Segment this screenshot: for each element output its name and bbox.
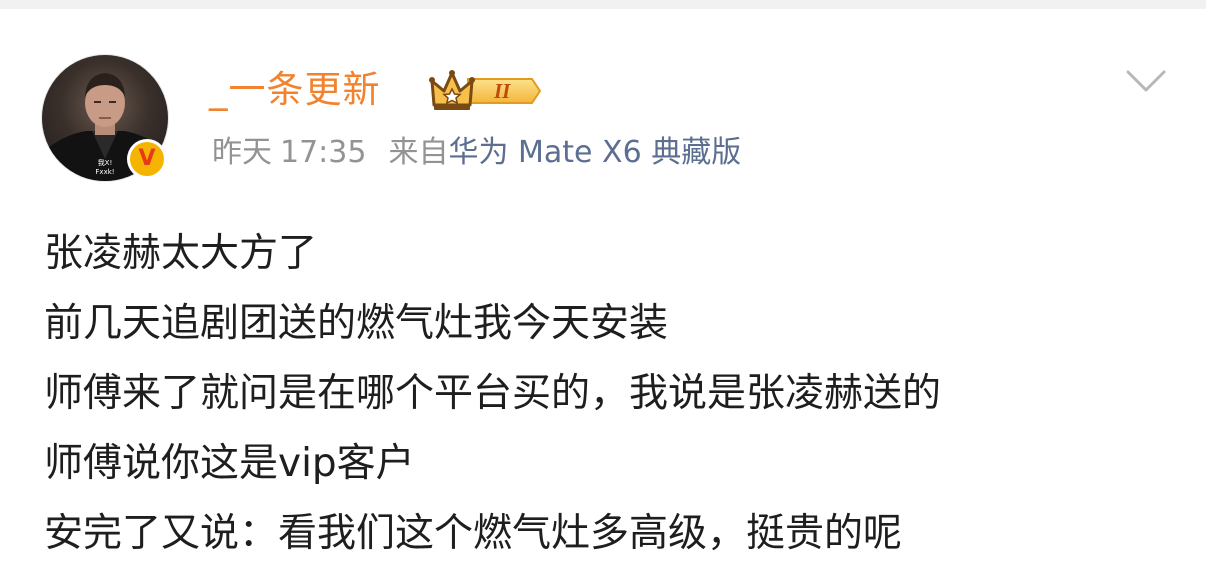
member-level: II (494, 79, 511, 103)
top-divider (0, 0, 1206, 9)
post-line: 师傅来了就问是在哪个平台买的，我说是张凌赫送的 (44, 371, 942, 416)
chevron-down-icon[interactable] (1124, 64, 1168, 98)
verified-v-icon: V (130, 142, 164, 176)
post-line: 张凌赫太大方了 (44, 231, 318, 276)
username[interactable]: _一条更新 (209, 66, 381, 114)
post-meta: 昨天 17:35 来自华为 Mate X6 典藏版 (212, 133, 741, 173)
crown-member-icon[interactable] (428, 69, 542, 113)
device-link[interactable]: 华为 Mate X6 典藏版 (448, 135, 741, 170)
post-body: 张凌赫太大方了 前几天追剧团送的燃气灶我今天安装 师傅来了就问是在哪个平台买的，… (44, 219, 1174, 569)
avatar-caption: 我X! Fxxk! (95, 159, 115, 176)
verified-badge: V (127, 139, 167, 179)
post-day: 昨天 (212, 135, 272, 170)
post-line: 安完了又说：看我们这个燃气灶多高级，挺贵的呢 (44, 511, 903, 556)
source-prefix: 来自 (388, 135, 449, 170)
post-line: 前几天追剧团送的燃气灶我今天安装 (44, 301, 669, 346)
post-time: 17:35 (280, 135, 367, 170)
post-line: 师傅说你这是vip客户 (44, 441, 415, 486)
